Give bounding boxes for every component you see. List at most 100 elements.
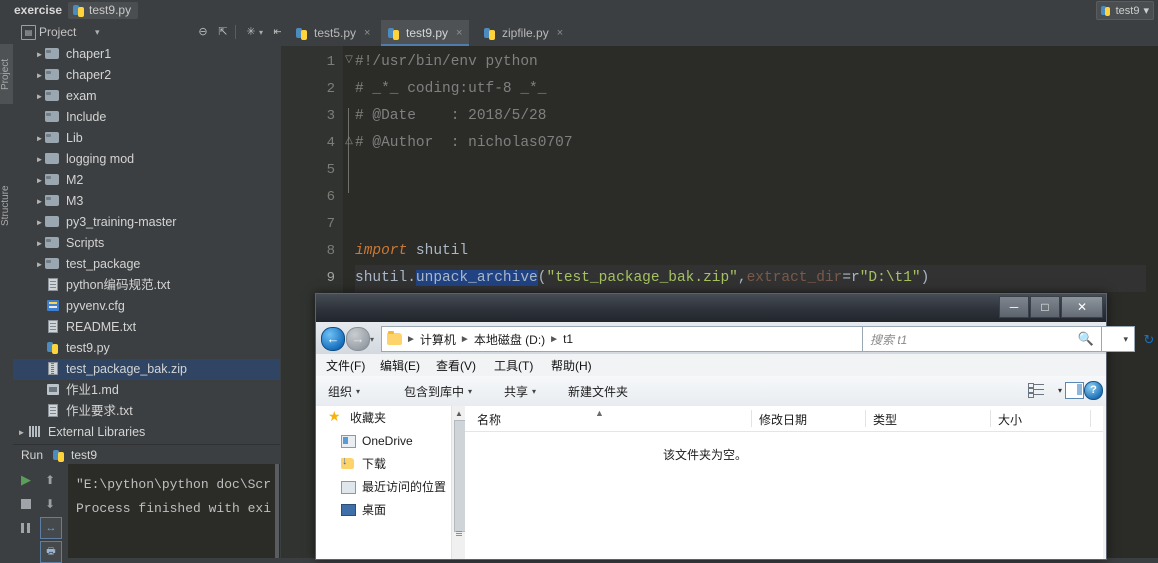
tree-item-python-.txt[interactable]: python编码规范.txt bbox=[13, 275, 280, 296]
project-scope-chevron-down-icon[interactable]: ▾ bbox=[95, 27, 100, 38]
address-crumb-computer[interactable]: 计算机 bbox=[420, 331, 456, 348]
run-console-output[interactable]: "E:\python\python doc\Scr Process finish… bbox=[68, 464, 280, 558]
address-crumb-folder[interactable]: t1 bbox=[563, 332, 573, 346]
close-icon[interactable]: × bbox=[364, 27, 370, 39]
expand-all-icon[interactable]: ⇱ bbox=[216, 25, 230, 39]
expand-arrow-icon[interactable]: ► bbox=[34, 128, 45, 149]
back-icon[interactable] bbox=[321, 327, 345, 351]
file-list-scrollbar[interactable] bbox=[1103, 406, 1106, 559]
change-view-icon[interactable] bbox=[1028, 383, 1044, 398]
file-list-pane[interactable]: 名称 修改日期 类型 大小 ▲ 该文件夹为空。 bbox=[465, 406, 1106, 559]
code-line-9[interactable]: shutil.unpack_archive("test_package_bak.… bbox=[355, 265, 1158, 292]
code-line-4[interactable]: # @Author : nicholas0707 bbox=[355, 130, 573, 157]
close-icon[interactable]: × bbox=[456, 27, 462, 39]
tree-item--1.md[interactable]: 作业1.md bbox=[13, 380, 280, 401]
navigation-pane-scrollbar[interactable]: ▲ bbox=[451, 406, 466, 559]
tree-item-lib[interactable]: ► Lib bbox=[13, 128, 280, 149]
pause-icon[interactable] bbox=[17, 519, 35, 537]
tree-item-exam[interactable]: ► exam bbox=[13, 86, 280, 107]
run-console-scrollbar[interactable] bbox=[274, 464, 280, 558]
column-header-date[interactable]: 修改日期 bbox=[759, 411, 807, 428]
expand-arrow-icon[interactable]: ► bbox=[34, 212, 45, 233]
tree-item-logging-mod[interactable]: ► logging mod bbox=[13, 149, 280, 170]
tree-item-test_package_bak.zip[interactable]: test_package_bak.zip bbox=[13, 359, 280, 380]
tree-item-chaper1[interactable]: ► chaper1 bbox=[13, 44, 280, 65]
tree-item-scripts[interactable]: ► Scripts bbox=[13, 233, 280, 254]
code-line-2[interactable]: # _*_ coding:utf-8 _*_ bbox=[355, 76, 546, 103]
fold-toggle-icon[interactable]: ▽ bbox=[343, 54, 355, 65]
minimize-button[interactable]: ─ bbox=[999, 296, 1029, 318]
navigation-pane[interactable]: 收藏夹 OneDrive 下载最近访问的位置桌面 bbox=[316, 406, 451, 559]
code-line-8[interactable]: import shutil bbox=[355, 238, 468, 265]
fold-toggle-icon[interactable]: △ bbox=[343, 135, 355, 146]
close-button[interactable]: ✕ bbox=[1061, 296, 1103, 318]
down-stack-icon[interactable]: ⬇ bbox=[41, 495, 59, 513]
breadcrumb-project[interactable]: exercise bbox=[14, 3, 62, 17]
rerun-icon[interactable]: ▶ bbox=[17, 471, 35, 489]
refresh-icon[interactable]: ↻ bbox=[1137, 328, 1158, 352]
include-in-library-button[interactable]: 包含到库中 ▾ bbox=[404, 383, 472, 400]
maximize-button[interactable]: □ bbox=[1030, 296, 1060, 318]
soft-wrap-icon[interactable] bbox=[40, 517, 62, 539]
tab-test9-py[interactable]: test9.py × bbox=[381, 20, 470, 46]
expand-arrow-icon[interactable]: ► bbox=[34, 149, 45, 170]
close-icon[interactable]: × bbox=[557, 27, 563, 39]
run-configuration-selector[interactable]: test9 ▾ bbox=[1095, 1, 1154, 20]
menu-tools[interactable]: 工具(T) bbox=[494, 357, 533, 374]
column-divider[interactable] bbox=[865, 410, 866, 427]
column-header-type[interactable]: 类型 bbox=[873, 411, 897, 428]
tree-item-test9.py[interactable]: test9.py bbox=[13, 338, 280, 359]
windows-explorer-window[interactable]: ─ □ ✕ ▾ ► 计算机 ► 本地磁盘 (D:) ► t1 ▾ ↻ 搜索 t1… bbox=[315, 293, 1154, 560]
nav-pane-item-2[interactable]: 下载 bbox=[316, 452, 451, 475]
tree-item-py3_training-master[interactable]: ► py3_training-master bbox=[13, 212, 280, 233]
code-line-3[interactable]: # @Date : 2018/5/28 bbox=[355, 103, 546, 130]
nav-pane-item-1[interactable]: OneDrive bbox=[316, 429, 451, 452]
tree-item--.txt[interactable]: 作业要求.txt bbox=[13, 401, 280, 422]
tree-item-external-libraries[interactable]: ► External Libraries bbox=[13, 422, 280, 443]
expand-arrow-icon[interactable]: ► bbox=[34, 233, 45, 254]
up-stack-icon[interactable]: ⬆ bbox=[41, 471, 59, 489]
expand-arrow-icon[interactable]: ► bbox=[34, 170, 45, 191]
expand-arrow-icon[interactable]: ► bbox=[16, 422, 27, 443]
gear-icon[interactable]: ✳ bbox=[244, 25, 258, 39]
expand-arrow-icon[interactable]: ► bbox=[34, 44, 45, 65]
sidebar-tab-project[interactable]: Project bbox=[0, 44, 13, 104]
gear-chevron-down-icon[interactable]: ▾ bbox=[259, 28, 263, 37]
history-chevron-down-icon[interactable]: ▾ bbox=[370, 335, 374, 344]
tab-zipfile-py[interactable]: zipfile.py × bbox=[477, 20, 570, 46]
run-panel-config-name[interactable]: test9 bbox=[71, 448, 97, 462]
project-tree[interactable]: ► chaper1 ► chaper2 ► exam Include ► Lib ► logging… bbox=[13, 44, 280, 444]
column-divider[interactable] bbox=[990, 410, 991, 427]
address-crumb-drive[interactable]: 本地磁盘 (D:) bbox=[474, 331, 545, 348]
stop-icon[interactable] bbox=[17, 495, 35, 513]
menu-edit[interactable]: 编辑(E) bbox=[380, 357, 420, 374]
tree-item-m2[interactable]: ► M2 bbox=[13, 170, 280, 191]
menu-view[interactable]: 查看(V) bbox=[436, 357, 476, 374]
expand-arrow-icon[interactable]: ► bbox=[34, 191, 45, 212]
column-header-size[interactable]: 大小 bbox=[998, 411, 1022, 428]
column-divider[interactable] bbox=[751, 410, 752, 427]
tree-item-test_package[interactable]: ► test_package bbox=[13, 254, 280, 275]
organize-button[interactable]: 组织 ▾ bbox=[328, 383, 360, 400]
nav-pane-item-3[interactable]: 最近访问的位置 bbox=[316, 475, 451, 498]
tab-test5-py[interactable]: test5.py × bbox=[289, 20, 377, 46]
code-line-1[interactable]: #!/usr/bin/env python bbox=[355, 49, 538, 76]
column-divider[interactable] bbox=[1090, 410, 1091, 427]
explorer-title-bar[interactable]: ─ □ ✕ bbox=[316, 294, 1106, 322]
menu-file[interactable]: 文件(F) bbox=[326, 357, 365, 374]
menu-help[interactable]: 帮助(H) bbox=[551, 357, 592, 374]
new-folder-button[interactable]: 新建文件夹 bbox=[568, 383, 628, 400]
column-header-name[interactable]: 名称 bbox=[477, 411, 501, 428]
breadcrumb-file[interactable]: test9.py bbox=[68, 1, 139, 19]
search-box[interactable]: 搜索 t1 🔍 bbox=[862, 326, 1102, 352]
expand-arrow-icon[interactable]: ► bbox=[34, 65, 45, 86]
nav-pane-item-4[interactable]: 桌面 bbox=[316, 498, 451, 521]
tree-item-m3[interactable]: ► M3 bbox=[13, 191, 280, 212]
scroll-up-icon[interactable]: ▲ bbox=[455, 409, 463, 418]
address-chevron-down-icon[interactable]: ▾ bbox=[1123, 334, 1128, 345]
tree-item-readme.txt[interactable]: README.txt bbox=[13, 317, 280, 338]
tree-item-include[interactable]: Include bbox=[13, 107, 280, 128]
collapse-all-icon[interactable]: ⊖ bbox=[196, 25, 210, 39]
forward-icon[interactable] bbox=[346, 327, 370, 351]
view-chevron-down-icon[interactable]: ▾ bbox=[1058, 386, 1062, 395]
